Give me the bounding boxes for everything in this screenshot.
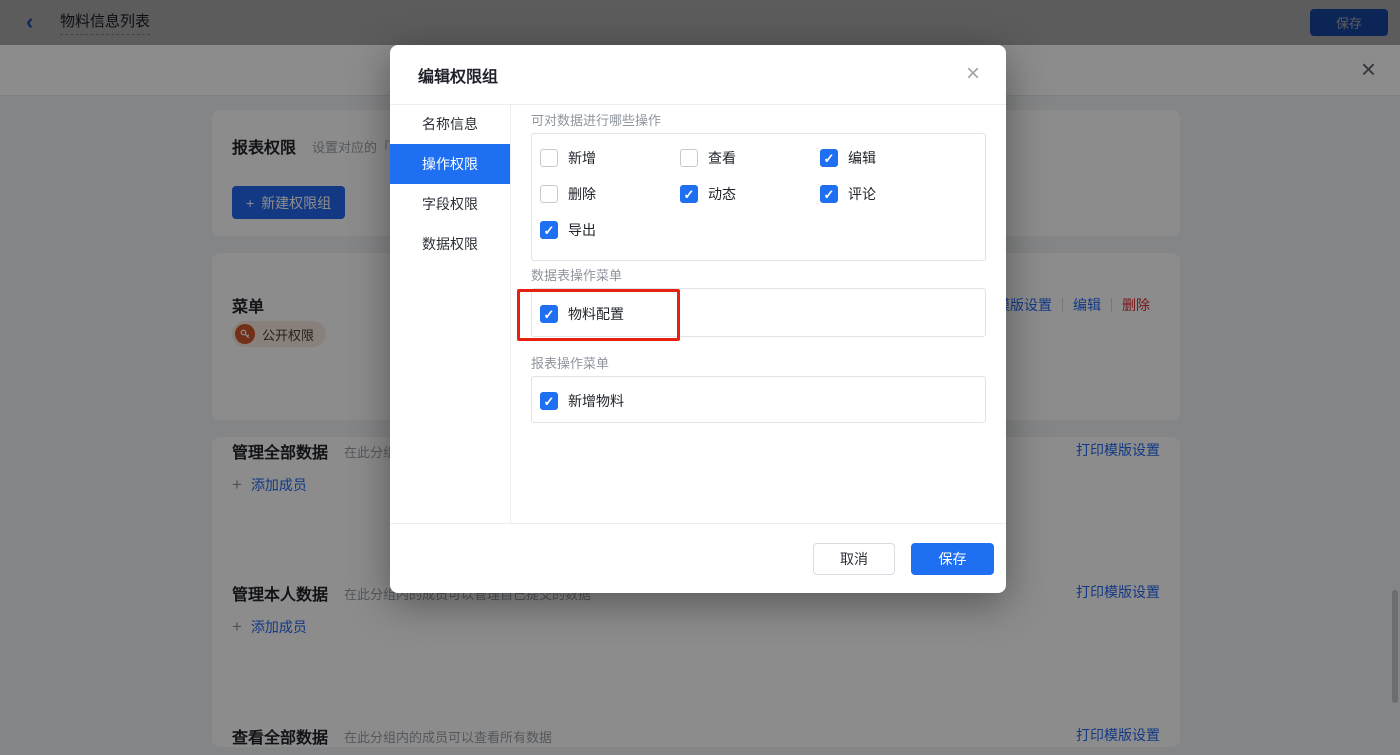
modal-tab-list: 名称信息 操作权限 字段权限 数据权限: [390, 104, 511, 523]
check-icon: ✓: [544, 224, 555, 237]
modal-header: 编辑权限组 ×: [390, 45, 1006, 105]
option-comment[interactable]: ✓ 评论: [820, 184, 985, 204]
option-edit[interactable]: ✓ 编辑: [820, 148, 985, 168]
checkbox-checked[interactable]: ✓: [680, 185, 698, 203]
red-highlight-annotation: [517, 289, 680, 341]
option-delete[interactable]: 删除: [540, 184, 680, 204]
report-menu-section-label: 报表操作菜单: [531, 355, 986, 373]
checkbox-checked[interactable]: ✓: [540, 392, 558, 410]
operations-section-label: 可对数据进行哪些操作: [531, 112, 986, 130]
tab-name-info[interactable]: 名称信息: [390, 104, 510, 144]
check-icon: ✓: [824, 188, 835, 201]
report-menu-checkbox-group: ✓ 新增物料: [531, 376, 986, 423]
screen: ‹ 物料信息列表 保存 × 报表权限 设置对应的「 + 新建权限组 菜单 公开: [0, 0, 1400, 755]
tab-field-permission[interactable]: 字段权限: [390, 184, 510, 224]
modal-close-icon[interactable]: ×: [966, 59, 980, 89]
checkbox-unchecked[interactable]: [540, 149, 558, 167]
option-view[interactable]: 查看: [680, 148, 820, 168]
save-button[interactable]: 保存: [911, 543, 994, 575]
option-new-material[interactable]: ✓ 新增物料: [540, 391, 985, 411]
tab-data-permission[interactable]: 数据权限: [390, 224, 510, 264]
option-add[interactable]: 新增: [540, 148, 680, 168]
checkbox-checked[interactable]: ✓: [820, 149, 838, 167]
topbar-dim-mask: [0, 0, 1400, 45]
check-icon: ✓: [544, 395, 555, 408]
checkbox-unchecked[interactable]: [680, 149, 698, 167]
checkbox-unchecked[interactable]: [540, 185, 558, 203]
modal-title: 编辑权限组: [418, 63, 498, 87]
operations-checkbox-group: 新增 查看 ✓ 编辑 删除 ✓: [531, 133, 986, 261]
table-menu-section-label: 数据表操作菜单: [531, 267, 986, 285]
option-export[interactable]: ✓ 导出: [540, 220, 680, 240]
checkbox-checked[interactable]: ✓: [540, 221, 558, 239]
option-activity[interactable]: ✓ 动态: [680, 184, 820, 204]
check-icon: ✓: [824, 152, 835, 165]
modal-body: 名称信息 操作权限 字段权限 数据权限 可对数据进行哪些操作 新增 查看: [390, 104, 1006, 523]
modal-footer: 取消 保存: [390, 523, 1006, 593]
cancel-button[interactable]: 取消: [813, 543, 895, 575]
check-icon: ✓: [684, 188, 695, 201]
tab-operation-permission[interactable]: 操作权限: [390, 144, 510, 184]
checkbox-checked[interactable]: ✓: [820, 185, 838, 203]
edit-permission-group-modal: 编辑权限组 × 名称信息 操作权限 字段权限 数据权限 可对数据进行哪些操作 新…: [390, 45, 1006, 593]
